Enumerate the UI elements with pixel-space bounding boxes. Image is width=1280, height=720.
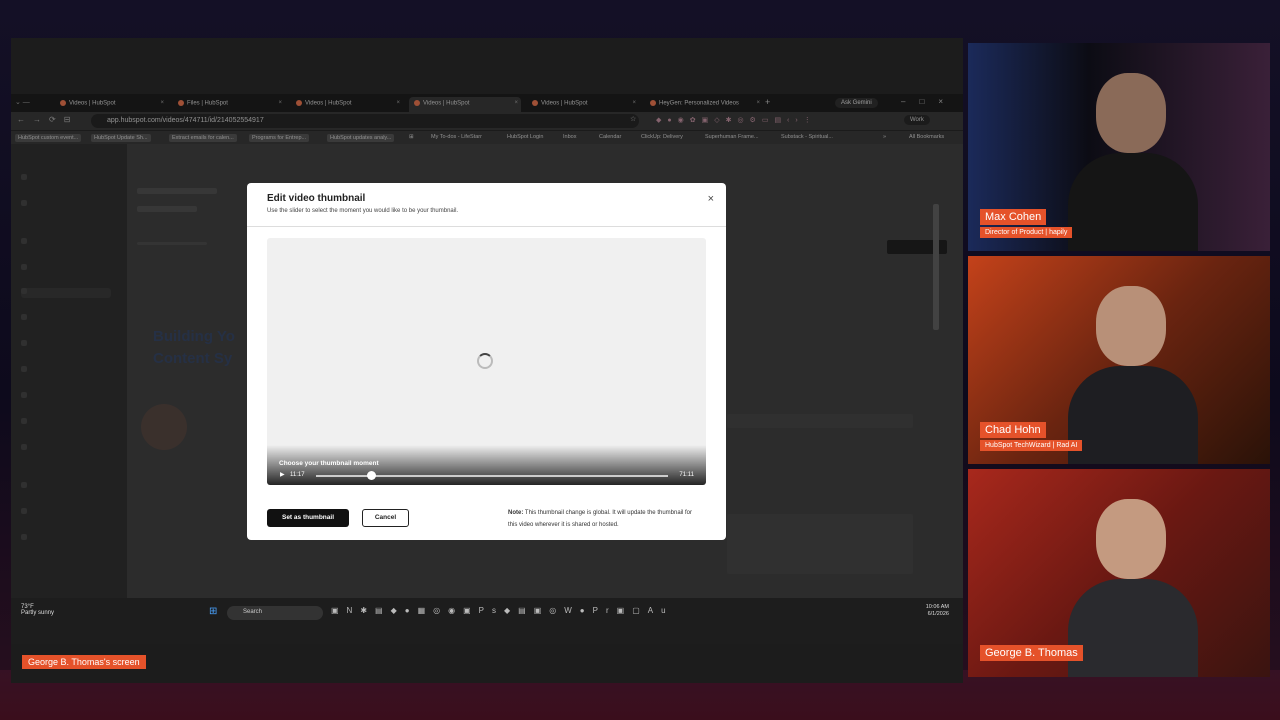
participant-title: HubSpot TechWizard | Rad AI (985, 442, 1078, 449)
weather-condition: Partly sunny (21, 610, 55, 616)
thumbnail-slider-bar: Choose your thumbnail moment ▶ 11:17 71:… (267, 445, 706, 485)
participant-title-plate: Director of Product | hapily (980, 227, 1073, 238)
screen-share-label: George B. Thomas's screen (22, 655, 146, 669)
participant-title-plate: HubSpot TechWizard | Rad AI (980, 440, 1083, 451)
play-icon[interactable]: ▶ (280, 471, 285, 478)
participant-video-chad: Chad Hohn HubSpot TechWizard | Rad AI (968, 256, 1270, 464)
close-icon[interactable]: × (708, 193, 714, 205)
modal-subtitle: Use the slider to select the moment you … (267, 208, 459, 214)
screen-share: ⌄ — Videos | HubSpot × Files | HubSpot × V… (11, 38, 963, 683)
slider-handle[interactable] (367, 471, 376, 480)
modal-divider (247, 226, 726, 227)
note-text: This thumbnail change is global. It will… (508, 510, 692, 528)
modal-title: Edit video thumbnail (267, 193, 366, 204)
clock-time: 10:06 AM (925, 604, 949, 610)
participant-video-max: Max Cohen Director of Product | hapily (968, 43, 1270, 251)
participant-silhouette (1068, 286, 1198, 464)
clock-date: 6/1/2026 (927, 611, 949, 617)
set-as-thumbnail-button[interactable]: Set as thumbnail (267, 509, 349, 527)
participant-nameplate: Max Cohen (980, 209, 1047, 225)
windows-taskbar: 73°F Partly sunny ⊞ Search ▣N✱▤◆●▦◎◉▣Ps◆… (11, 598, 963, 644)
current-time: 11:17 (290, 472, 305, 478)
windows-start-icon[interactable]: ⊞ (209, 606, 217, 617)
participant-name: Max Cohen (985, 211, 1042, 223)
participant-nameplate: Chad Hohn (980, 422, 1046, 438)
participant-silhouette (1068, 73, 1198, 251)
shared-desktop: ⌄ — Videos | HubSpot × Files | HubSpot × V… (11, 94, 963, 644)
participant-title: Director of Product | hapily (985, 229, 1068, 236)
participant-name: Chad Hohn (985, 424, 1041, 436)
thumbnail-note: Note: This thumbnail change is global. I… (508, 507, 698, 531)
total-time: 71:11 (679, 472, 694, 478)
system-clock[interactable]: 10:06 AM 6/1/2026 (926, 604, 949, 618)
loading-spinner-icon (477, 353, 493, 369)
participant-nameplate: George B. Thomas (980, 645, 1083, 661)
participant-name: George B. Thomas (985, 647, 1078, 659)
taskbar-app-icons[interactable]: ▣N✱▤◆●▦◎◉▣Ps◆▤▣◎W●Pr▣▢Au (331, 606, 674, 615)
edit-thumbnail-modal: Edit video thumbnail Use the slider to s… (247, 183, 726, 540)
participant-silhouette (1068, 499, 1198, 677)
note-label: Note: (508, 510, 524, 516)
cancel-button[interactable]: Cancel (362, 509, 409, 527)
video-preview: Choose your thumbnail moment ▶ 11:17 71:… (267, 238, 706, 485)
weather-widget[interactable]: 73°F Partly sunny (21, 604, 54, 616)
slider-label: Choose your thumbnail moment (279, 460, 379, 467)
participant-video-george: George B. Thomas (968, 469, 1270, 677)
thumbnail-slider[interactable] (316, 471, 668, 480)
taskbar-search[interactable]: Search (227, 606, 323, 620)
